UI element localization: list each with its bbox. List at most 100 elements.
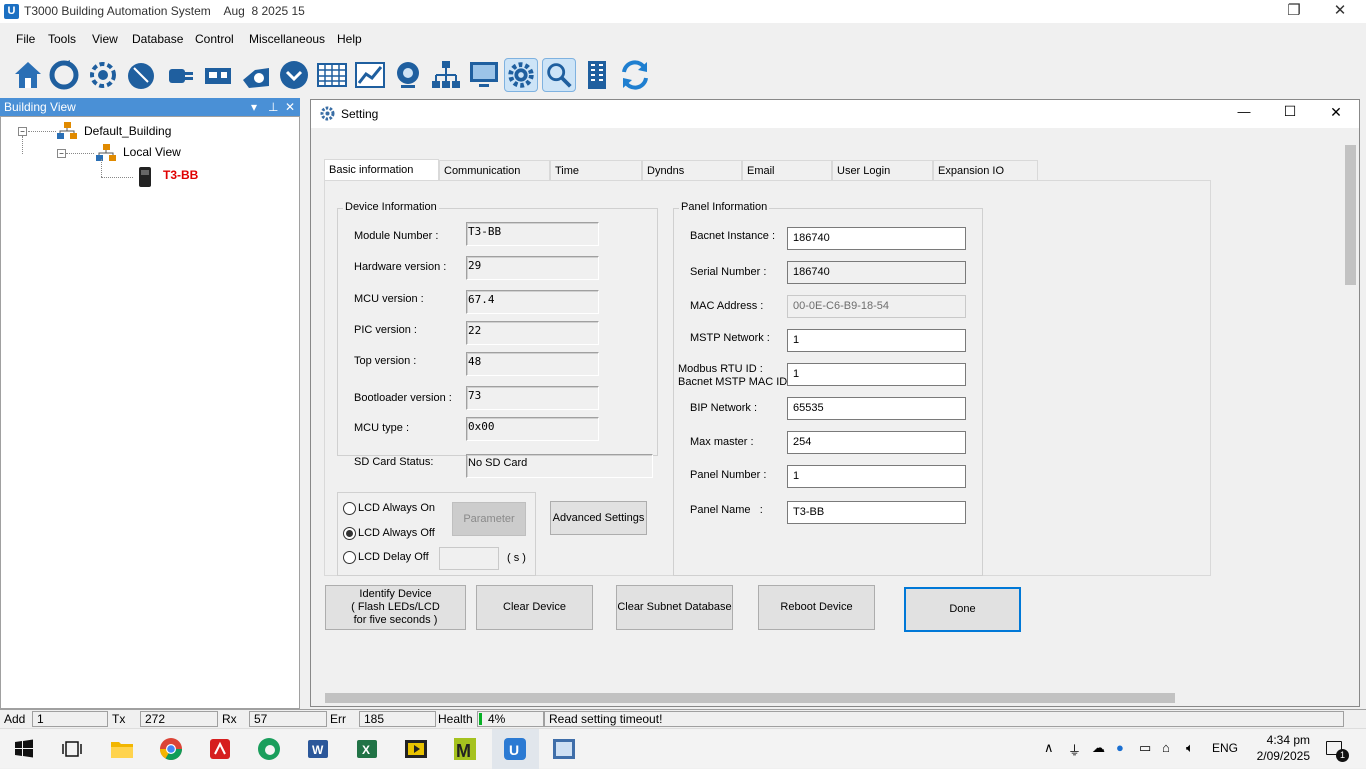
- tab-time[interactable]: Time: [550, 160, 642, 180]
- tray-cloud-icon[interactable]: ☁: [1092, 740, 1105, 756]
- menu-help[interactable]: Help: [337, 32, 362, 46]
- lcd-always-on-label[interactable]: LCD Always On: [358, 502, 435, 514]
- network-device-icon[interactable]: [201, 58, 235, 92]
- excel-icon[interactable]: X: [353, 735, 381, 763]
- media-player-icon[interactable]: [402, 735, 430, 763]
- horizontal-scroll-thumb[interactable]: [325, 693, 1175, 703]
- lcd-delay-off-label[interactable]: LCD Delay Off: [358, 551, 429, 563]
- tray-chevron-icon[interactable]: ∧: [1044, 740, 1054, 756]
- tray-battery-icon[interactable]: ▭: [1139, 740, 1151, 756]
- tray-volume-icon[interactable]: 🔈︎: [1186, 740, 1194, 756]
- tab-user-login[interactable]: User Login: [832, 160, 933, 180]
- tree-node-t3-bb[interactable]: T3-BB: [163, 168, 198, 182]
- sd-card-status-value: No SD Card: [466, 454, 653, 478]
- plug-icon[interactable]: [163, 58, 197, 92]
- mac-address-label: MAC Address :: [690, 300, 764, 312]
- bip-network-input[interactable]: 65535: [787, 397, 966, 420]
- reboot-device-button[interactable]: Reboot Device: [758, 585, 875, 630]
- building-icon[interactable]: [580, 58, 614, 92]
- t3000-icon[interactable]: U: [501, 735, 529, 763]
- word-icon[interactable]: W: [304, 735, 332, 763]
- task-view-icon[interactable]: [58, 735, 86, 763]
- tray-onedrive-icon[interactable]: ●: [1116, 740, 1124, 755]
- modbus-rtu-id-input[interactable]: 1: [787, 363, 966, 386]
- max-master-input[interactable]: 254: [787, 431, 966, 454]
- tray-network-icon[interactable]: ⌂: [1162, 740, 1170, 755]
- dialog-title: Setting: [341, 107, 379, 121]
- tray-usb-icon[interactable]: ⏚: [1068, 740, 1081, 759]
- dialog-close-button[interactable]: ✕: [1321, 104, 1351, 121]
- mstp-network-input[interactable]: 1: [787, 329, 966, 352]
- hierarchy-icon[interactable]: [429, 58, 463, 92]
- lcd-always-off-radio[interactable]: [343, 527, 356, 540]
- home-icon[interactable]: [11, 58, 45, 92]
- chrome-icon[interactable]: [157, 735, 185, 763]
- grid-table-icon[interactable]: [315, 58, 349, 92]
- dialog-gear-icon: [320, 106, 335, 121]
- acrobat-icon[interactable]: [206, 735, 234, 763]
- tab-email[interactable]: Email: [742, 160, 832, 180]
- app-titlebar: U T3000 Building Automation System Aug 8…: [0, 0, 1366, 23]
- module-number-label: Module Number :: [354, 230, 439, 242]
- refresh-cycle-icon[interactable]: [47, 58, 81, 92]
- window-close-button[interactable]: ✕: [1318, 0, 1362, 23]
- dialog-maximize-button[interactable]: ☐: [1275, 103, 1305, 120]
- menu-miscellaneous[interactable]: Miscellaneous: [249, 32, 325, 46]
- menu-view[interactable]: View: [92, 32, 118, 46]
- pic-version-label: PIC version :: [354, 324, 417, 336]
- lcd-always-off-label[interactable]: LCD Always Off: [358, 527, 435, 539]
- window-restore-button[interactable]: ❐: [1272, 0, 1316, 23]
- panel-dropdown-icon[interactable]: ▾: [251, 98, 257, 116]
- globe-icon[interactable]: [124, 58, 158, 92]
- horizontal-scrollbar[interactable]: [311, 690, 1342, 706]
- tree-node-local-view[interactable]: Local View: [123, 145, 181, 159]
- tray-time[interactable]: 4:34 pm: [1250, 733, 1310, 747]
- mcu-version-label: MCU version :: [354, 293, 424, 305]
- dialog-minimize-button[interactable]: —: [1229, 104, 1259, 119]
- vertical-scroll-thumb[interactable]: [1345, 145, 1356, 285]
- lcd-delay-input[interactable]: [439, 547, 499, 570]
- parameter-button[interactable]: Parameter: [452, 502, 526, 536]
- remote-app-icon[interactable]: [550, 735, 578, 763]
- file-explorer-icon[interactable]: [108, 735, 136, 763]
- vertical-scrollbar[interactable]: [1342, 130, 1359, 690]
- scan-gear-icon[interactable]: [86, 58, 120, 92]
- tray-language[interactable]: ENG: [1212, 741, 1238, 755]
- done-button[interactable]: Done: [904, 587, 1021, 632]
- tab-communication[interactable]: Communication: [439, 160, 550, 180]
- clear-device-button[interactable]: Clear Device: [476, 585, 593, 630]
- windows-start-icon[interactable]: [10, 735, 38, 763]
- lcd-delay-off-radio[interactable]: [343, 551, 356, 564]
- tree-collapse-icon[interactable]: −: [18, 127, 27, 136]
- edge-icon[interactable]: [255, 735, 283, 763]
- panel-number-input[interactable]: 1: [787, 465, 966, 488]
- panel-close-icon[interactable]: ✕: [285, 98, 295, 116]
- tray-date[interactable]: 2/09/2025: [1245, 749, 1310, 763]
- lcd-always-on-radio[interactable]: [343, 502, 356, 515]
- clear-subnet-database-button[interactable]: Clear Subnet Database: [616, 585, 733, 630]
- fan-icon[interactable]: [239, 58, 273, 92]
- panel-pin-icon[interactable]: ⊥: [268, 98, 278, 116]
- settings-gear-icon[interactable]: [504, 58, 538, 92]
- advanced-settings-button[interactable]: Advanced Settings: [550, 501, 647, 535]
- tree-collapse-icon[interactable]: −: [57, 149, 66, 158]
- sync-arrows-icon[interactable]: [618, 58, 652, 92]
- bacnet-instance-input[interactable]: 186740: [787, 227, 966, 250]
- tree-node-default-building[interactable]: Default_Building: [84, 124, 171, 138]
- identify-device-button[interactable]: Identify Device ( Flash LEDs/LCD for fiv…: [325, 585, 466, 630]
- menu-file[interactable]: File: [16, 32, 35, 46]
- menu-control[interactable]: Control: [195, 32, 234, 46]
- tab-basic-information[interactable]: Basic information: [324, 159, 439, 181]
- menu-tools[interactable]: Tools: [48, 32, 76, 46]
- search-icon[interactable]: [542, 58, 576, 92]
- tab-expansion-io[interactable]: Expansion IO: [933, 160, 1038, 180]
- panel-name-input[interactable]: T3-BB: [787, 501, 966, 524]
- tab-dyndns[interactable]: Dyndns: [642, 160, 742, 180]
- dropdown-circle-icon[interactable]: [277, 58, 311, 92]
- chart-icon[interactable]: [353, 58, 387, 92]
- menu-database[interactable]: Database: [132, 32, 183, 46]
- webcam-icon[interactable]: [391, 58, 425, 92]
- m-app-icon[interactable]: M: [451, 735, 479, 763]
- add-label: Add: [4, 712, 26, 726]
- monitor-icon[interactable]: [467, 58, 501, 92]
